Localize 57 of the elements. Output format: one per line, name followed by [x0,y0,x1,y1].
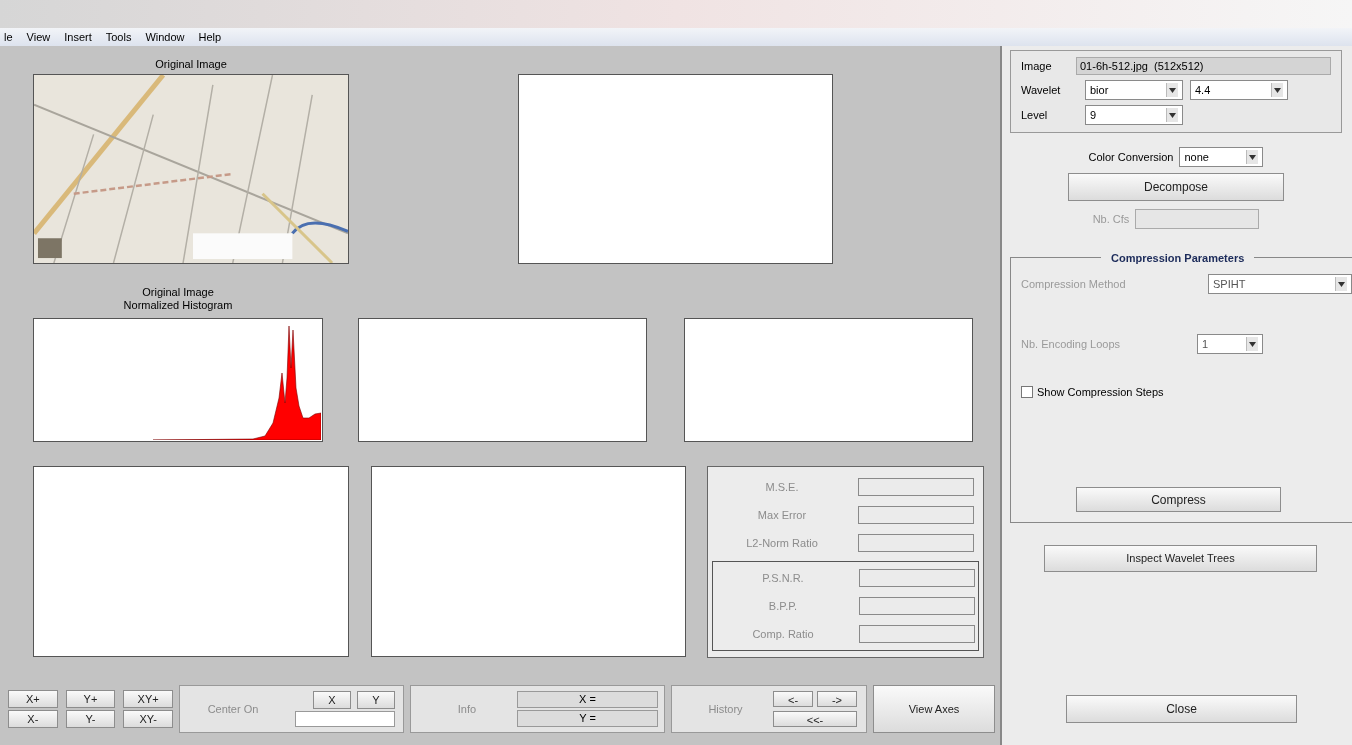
menu-item[interactable]: Help [196,28,224,46]
stat-label: P.S.N.R. [761,570,805,586]
zoom-button[interactable]: X+ [8,690,58,708]
dropdown-arrow-icon [1249,341,1256,347]
menu-item[interactable]: Insert [62,28,94,46]
inspect-wavelet-trees-button[interactable]: Inspect Wavelet Trees [1044,545,1317,572]
show-steps-checkbox[interactable] [1021,386,1033,399]
info-label: Info [456,701,478,717]
compression-method-label: Compression Method [1021,276,1127,292]
level-select[interactable]: 9 [1085,105,1183,125]
menu-item[interactable]: Tools [103,28,134,46]
image-name-field: 01-6h-512.jpg (512x512) [1076,57,1331,75]
dropdown-arrow-icon [1338,281,1345,287]
center-axis-button[interactable]: Y [357,691,395,709]
axes-title: Original Image [154,57,228,72]
wavelet-family-select[interactable]: bior [1085,80,1183,100]
level-label: Level [1021,107,1049,123]
encoding-loops-label: Nb. Encoding Loops [1021,336,1122,352]
axes-title: Original Image [142,286,214,299]
stat-label: M.S.E. [764,479,800,495]
coordinate-field: Y = [517,710,658,727]
zoom-button[interactable]: XY+ [123,690,173,708]
axes-title: Normalized Histogram [123,299,233,312]
history-forward-button[interactable]: -> [817,691,857,707]
menu-item[interactable]: View [24,28,53,46]
zoom-button[interactable]: XY- [123,710,173,728]
dropdown-arrow-icon [1274,87,1281,93]
image-label: Image [1021,58,1053,74]
color-conversion-select[interactable]: none [1179,147,1264,167]
history-back-button[interactable]: <- [773,691,813,707]
zoom-button[interactable]: X- [8,710,58,728]
center-value-field[interactable] [295,711,395,727]
center-axis-button[interactable]: X [313,691,351,709]
stat-label: B.P.P. [767,598,799,614]
history-reset-button[interactable]: <<- [773,711,857,727]
decompose-button[interactable]: Decompose [1068,173,1284,201]
menu-item[interactable]: Window [143,28,187,46]
compress-button[interactable]: Compress [1076,487,1281,512]
stat-label: L2-Norm Ratio [745,535,819,551]
color-conversion-label: Color Conversion [1088,149,1174,165]
dropdown-arrow-icon [1169,112,1176,118]
stat-label: Comp. Ratio [751,626,815,642]
wavelet-label: Wavelet [1021,82,1062,98]
close-button[interactable]: Close [1066,695,1297,723]
stat-label: Max Error [756,507,808,523]
center-on-label: Center On [206,701,260,717]
show-steps-label: Show Compression Steps [1037,385,1164,400]
dropdown-arrow-icon [1249,154,1257,160]
zoom-button[interactable]: Y+ [65,690,116,708]
history-label: History [707,701,744,717]
dropdown-arrow-icon [1169,87,1176,93]
coordinate-field: X = [517,691,658,708]
wavelet-order-select[interactable]: 4.4 [1190,80,1288,100]
menu-item[interactable]: le [2,28,15,46]
zoom-button[interactable]: Y- [65,710,116,728]
view-axes-button[interactable]: View Axes [873,685,995,733]
nb-cfs-label: Nb. Cfs [1092,211,1130,227]
